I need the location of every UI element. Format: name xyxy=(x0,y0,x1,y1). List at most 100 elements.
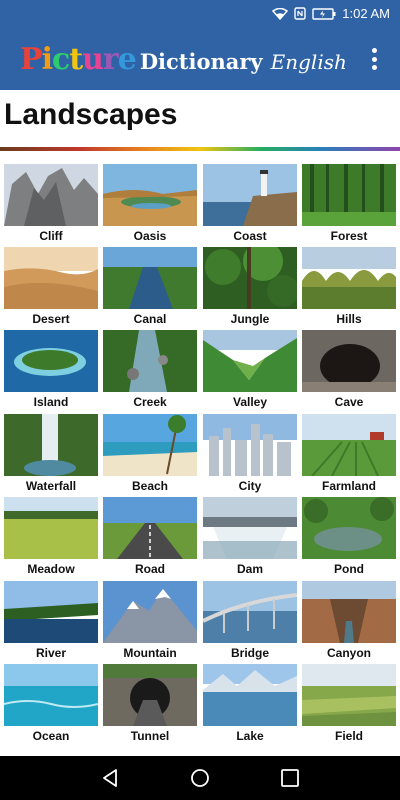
landscape-label: Dam xyxy=(236,562,263,576)
landscape-label: Island xyxy=(33,395,69,409)
landscape-label: Bridge xyxy=(230,646,269,660)
status-time: 1:02 AM xyxy=(342,6,390,21)
valley-image xyxy=(203,330,297,392)
landscape-label: Forest xyxy=(330,229,368,243)
island-image xyxy=(4,330,98,392)
dam-image xyxy=(203,497,297,559)
landscape-label: Oasis xyxy=(133,229,167,243)
bridge-image xyxy=(203,581,297,643)
landscape-item-bridge[interactable]: Bridge xyxy=(203,581,299,661)
forest-image xyxy=(302,164,396,226)
road-image xyxy=(103,497,197,559)
landscape-item-creek[interactable]: Creek xyxy=(103,330,199,410)
landscape-item-mountain[interactable]: Mountain xyxy=(103,581,199,661)
lake-image xyxy=(203,664,297,726)
cliff-image xyxy=(4,164,98,226)
landscape-item-beach[interactable]: Beach xyxy=(103,414,199,494)
landscape-label: Farmland xyxy=(321,479,376,493)
landscape-item-farmland[interactable]: Farmland xyxy=(302,414,398,494)
status-bar: 1:02 AM xyxy=(0,0,400,28)
page-title: Landscapes xyxy=(4,98,178,131)
logo-english-text: English xyxy=(270,50,347,74)
landscape-label: Cave xyxy=(334,395,364,409)
landscape-label: Waterfall xyxy=(25,479,77,493)
landscape-item-forest[interactable]: Forest xyxy=(302,164,398,244)
ocean-image xyxy=(4,664,98,726)
landscape-item-road[interactable]: Road xyxy=(103,497,199,577)
landscape-label: Hills xyxy=(336,312,362,326)
landscape-label: Jungle xyxy=(230,312,270,326)
canal-image xyxy=(103,247,197,309)
recents-icon[interactable] xyxy=(280,768,300,788)
landscape-label: Road xyxy=(135,562,165,576)
landscape-label: Desert xyxy=(32,312,70,326)
hills-image xyxy=(302,247,396,309)
coast-image xyxy=(203,164,297,226)
landscape-item-dam[interactable]: Dam xyxy=(203,497,299,577)
landscape-label: Beach xyxy=(131,479,169,493)
app-bar: Picture Dictionary English xyxy=(0,28,400,90)
landscape-label: Ocean xyxy=(32,729,70,743)
landscape-label: Field xyxy=(334,729,363,743)
menu-dot xyxy=(371,48,377,53)
home-icon[interactable] xyxy=(190,768,210,788)
landscape-item-tunnel[interactable]: Tunnel xyxy=(103,664,199,744)
pond-image xyxy=(302,497,396,559)
landscape-item-jungle[interactable]: Jungle xyxy=(203,247,299,327)
landscape-item-coast[interactable]: Coast xyxy=(203,164,299,244)
meadow-image xyxy=(4,497,98,559)
landscape-label: Creek xyxy=(133,395,167,409)
wifi-icon xyxy=(272,7,289,20)
jungle-image xyxy=(203,247,297,309)
river-image xyxy=(4,581,98,643)
landscape-item-field[interactable]: Field xyxy=(302,664,398,744)
landscape-item-cliff[interactable]: Cliff xyxy=(4,164,100,244)
back-icon[interactable] xyxy=(100,768,120,788)
landscape-item-river[interactable]: River xyxy=(4,581,100,661)
status-icons: 1:02 AM xyxy=(272,6,390,21)
nfc-icon xyxy=(294,7,306,20)
beach-image xyxy=(103,414,197,476)
battery-icon xyxy=(312,7,336,20)
landscape-label: Tunnel xyxy=(130,729,170,743)
landscape-item-oasis[interactable]: Oasis xyxy=(103,164,199,244)
creek-image xyxy=(103,330,197,392)
landscape-label: Pond xyxy=(334,562,364,576)
landscape-item-island[interactable]: Island xyxy=(4,330,100,410)
landscape-item-hills[interactable]: Hills xyxy=(302,247,398,327)
mountain-image xyxy=(103,581,197,643)
landscape-item-city[interactable]: City xyxy=(203,414,299,494)
landscape-item-lake[interactable]: Lake xyxy=(203,664,299,744)
cave-image xyxy=(302,330,396,392)
logo-dictionary-text: Dictionary xyxy=(139,49,263,74)
rainbow-divider xyxy=(0,147,400,151)
menu-dot xyxy=(371,65,377,70)
landscape-item-meadow[interactable]: Meadow xyxy=(4,497,100,577)
oasis-image xyxy=(103,164,197,226)
tunnel-image xyxy=(103,664,197,726)
landscape-item-valley[interactable]: Valley xyxy=(203,330,299,410)
landscape-label: River xyxy=(35,646,67,660)
landscape-label: City xyxy=(238,479,262,493)
desert-image xyxy=(4,247,98,309)
field-image xyxy=(302,664,396,726)
landscape-item-ocean[interactable]: Ocean xyxy=(4,664,100,744)
app-logo: Picture Dictionary English xyxy=(20,42,347,77)
landscape-label: Canyon xyxy=(326,646,371,660)
overflow-menu-button[interactable] xyxy=(362,46,386,72)
landscape-item-waterfall[interactable]: Waterfall xyxy=(4,414,100,494)
landscape-label: Mountain xyxy=(123,646,177,660)
landscape-item-canal[interactable]: Canal xyxy=(103,247,199,327)
landscape-item-canyon[interactable]: Canyon xyxy=(302,581,398,661)
landscape-label: Meadow xyxy=(27,562,75,576)
menu-dot xyxy=(371,56,377,62)
landscape-item-cave[interactable]: Cave xyxy=(302,330,398,410)
landscape-label: Canal xyxy=(133,312,167,326)
landscape-label: Cliff xyxy=(39,229,63,243)
canyon-image xyxy=(302,581,396,643)
waterfall-image xyxy=(4,414,98,476)
landscape-item-pond[interactable]: Pond xyxy=(302,497,398,577)
farmland-image xyxy=(302,414,396,476)
landscape-item-desert[interactable]: Desert xyxy=(4,247,100,327)
logo-picture-text: Picture xyxy=(20,42,137,77)
